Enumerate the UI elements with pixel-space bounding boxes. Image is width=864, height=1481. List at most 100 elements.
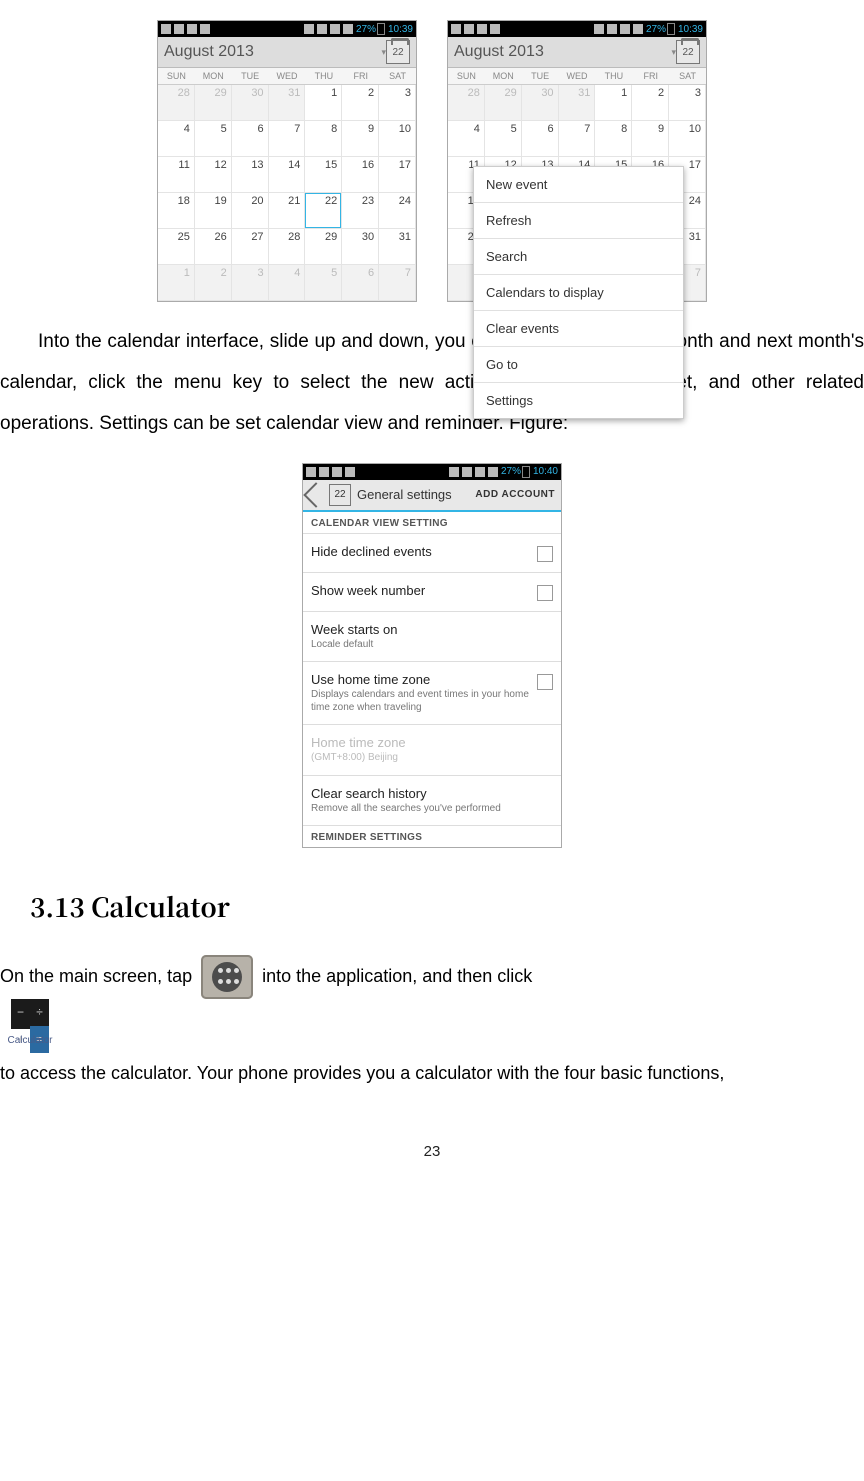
calendar-day-cell[interactable]: 31 xyxy=(269,85,306,121)
calendar-day-cell[interactable]: 1 xyxy=(158,265,195,301)
settings-row[interactable]: Clear search historyRemove all the searc… xyxy=(303,775,561,826)
calendar-day-cell[interactable]: 1 xyxy=(305,85,342,121)
calendar-day-cell[interactable]: 7 xyxy=(269,121,306,157)
calendar-day-cell[interactable]: 4 xyxy=(448,121,485,157)
calendar-day-cell[interactable]: 28 xyxy=(269,229,306,265)
calendar-day-cell[interactable]: 23 xyxy=(342,193,379,229)
calendar-day-cell[interactable]: 29 xyxy=(485,85,522,121)
add-account-button[interactable]: ADD ACCOUNT xyxy=(475,489,555,500)
menu-item[interactable]: Go to xyxy=(474,347,683,383)
calendar-day-cell[interactable]: 18 xyxy=(158,193,195,229)
calendar-app-icon: 22 xyxy=(329,484,351,506)
calendar-title: August 2013 xyxy=(164,43,377,61)
calendar-day-cell[interactable]: 11 xyxy=(158,157,195,193)
calendar-day-cell[interactable]: 25 xyxy=(158,229,195,265)
settings-row-subtitle: (GMT+8:00) Beijing xyxy=(311,752,553,765)
today-icon[interactable]: 22 xyxy=(386,40,410,64)
calendar-day-cell[interactable]: 7 xyxy=(559,121,596,157)
calendar-day-cell[interactable]: 5 xyxy=(485,121,522,157)
calendar-day-cell[interactable]: 30 xyxy=(342,229,379,265)
calendar-day-cell[interactable]: 3 xyxy=(232,265,269,301)
calendar-day-cell[interactable]: 2 xyxy=(195,265,232,301)
calendar-day-cell[interactable]: 6 xyxy=(342,265,379,301)
calendar-day-cell[interactable]: 4 xyxy=(158,121,195,157)
calendar-day-cell[interactable]: 24 xyxy=(379,193,416,229)
menu-item[interactable]: Clear events xyxy=(474,311,683,347)
calendar-grid[interactable]: 2829303112345678910111213141516171819202… xyxy=(158,85,416,301)
alarm-icon xyxy=(449,467,459,477)
calendar-day-cell[interactable]: 17 xyxy=(379,157,416,193)
calendar-day-cell[interactable]: 30 xyxy=(232,85,269,121)
weekday-header-row: SUNMONTUEWEDTHUFRISAT xyxy=(158,68,416,85)
calculator-app-icon[interactable]: − ÷ + = Calculator xyxy=(4,999,56,1053)
calendar-day-cell[interactable]: 29 xyxy=(195,85,232,121)
calendar-day-cell[interactable]: 26 xyxy=(195,229,232,265)
weekday-header-row: SUNMONTUEWEDTHUFRISAT xyxy=(448,68,706,85)
calendar-header[interactable]: August 2013 ▾ 22 xyxy=(448,37,706,68)
calc-text-c: to access the calculator. Your phone pro… xyxy=(0,1063,724,1083)
calendar-day-cell[interactable]: 29 xyxy=(305,229,342,265)
calendar-header[interactable]: August 2013 ▾ 22 xyxy=(158,37,416,68)
calendar-day-cell[interactable]: 31 xyxy=(559,85,596,121)
calendar-day-cell[interactable]: 9 xyxy=(342,121,379,157)
checkbox[interactable] xyxy=(537,585,553,601)
calendar-day-cell[interactable]: 21 xyxy=(269,193,306,229)
alarm-icon xyxy=(594,24,604,34)
calendar-day-cell[interactable]: 22 xyxy=(305,193,342,229)
calendar-day-cell[interactable]: 6 xyxy=(232,121,269,157)
calendar-day-cell[interactable]: 27 xyxy=(232,229,269,265)
menu-item[interactable]: Search xyxy=(474,239,683,275)
today-icon[interactable]: 22 xyxy=(676,40,700,64)
settings-row[interactable]: Show week number xyxy=(303,572,561,611)
calendar-day-cell[interactable]: 3 xyxy=(669,85,706,121)
calendar-day-cell[interactable]: 5 xyxy=(305,265,342,301)
calendar-day-cell[interactable]: 10 xyxy=(669,121,706,157)
status-bar: 27% 10:39 xyxy=(448,21,706,37)
notif-icon xyxy=(332,467,342,477)
apps-drawer-icon[interactable] xyxy=(201,955,253,999)
checkbox[interactable] xyxy=(537,674,553,690)
calendar-day-cell[interactable]: 9 xyxy=(632,121,669,157)
calendar-day-cell[interactable]: 31 xyxy=(379,229,416,265)
calendar-day-cell[interactable]: 20 xyxy=(232,193,269,229)
settings-row[interactable]: Hide declined events xyxy=(303,533,561,572)
settings-row[interactable]: Week starts onLocale default xyxy=(303,611,561,662)
calendar-screenshots-row: 27% 10:39 August 2013 ▾ 22 SUNMONTUEWEDT… xyxy=(0,20,864,302)
calendar-day-cell[interactable]: 13 xyxy=(232,157,269,193)
menu-item[interactable]: Settings xyxy=(474,383,683,418)
notif-icon xyxy=(464,24,474,34)
calendar-day-cell[interactable]: 6 xyxy=(522,121,559,157)
battery-icon xyxy=(667,23,675,35)
menu-item[interactable]: Refresh xyxy=(474,203,683,239)
battery-pct: 27% xyxy=(501,466,521,477)
calendar-day-cell[interactable]: 10 xyxy=(379,121,416,157)
calendar-day-cell[interactable]: 15 xyxy=(305,157,342,193)
calculator-icon-label: Calculator xyxy=(7,1030,52,1053)
menu-item[interactable]: New event xyxy=(474,167,683,203)
settings-row[interactable]: Use home time zoneDisplays calendars and… xyxy=(303,661,561,724)
calendar-day-cell[interactable]: 8 xyxy=(305,121,342,157)
calendar-day-cell[interactable]: 2 xyxy=(632,85,669,121)
calendar-day-cell[interactable]: 2 xyxy=(342,85,379,121)
calendar-day-cell[interactable]: 1 xyxy=(595,85,632,121)
back-icon[interactable] xyxy=(303,482,328,507)
signal-icon xyxy=(330,24,340,34)
calendar-day-cell[interactable]: 14 xyxy=(269,157,306,193)
calendar-day-cell[interactable]: 28 xyxy=(158,85,195,121)
battery-indicator: 27% xyxy=(501,466,530,478)
checkbox[interactable] xyxy=(537,546,553,562)
weekday-label: TUE xyxy=(232,68,269,84)
calendar-day-cell[interactable]: 8 xyxy=(595,121,632,157)
calendar-day-cell[interactable]: 4 xyxy=(269,265,306,301)
calendar-day-cell[interactable]: 3 xyxy=(379,85,416,121)
calendar-day-cell[interactable]: 28 xyxy=(448,85,485,121)
calendar-day-cell[interactable]: 7 xyxy=(379,265,416,301)
calendar-day-cell[interactable]: 19 xyxy=(195,193,232,229)
calendar-day-cell[interactable]: 16 xyxy=(342,157,379,193)
calendar-day-cell[interactable]: 5 xyxy=(195,121,232,157)
calendar-day-cell[interactable]: 30 xyxy=(522,85,559,121)
calendar-day-cell[interactable]: 12 xyxy=(195,157,232,193)
notif-icon xyxy=(174,24,184,34)
settings-row-title: Week starts onLocale default xyxy=(311,622,553,652)
menu-item[interactable]: Calendars to display xyxy=(474,275,683,311)
